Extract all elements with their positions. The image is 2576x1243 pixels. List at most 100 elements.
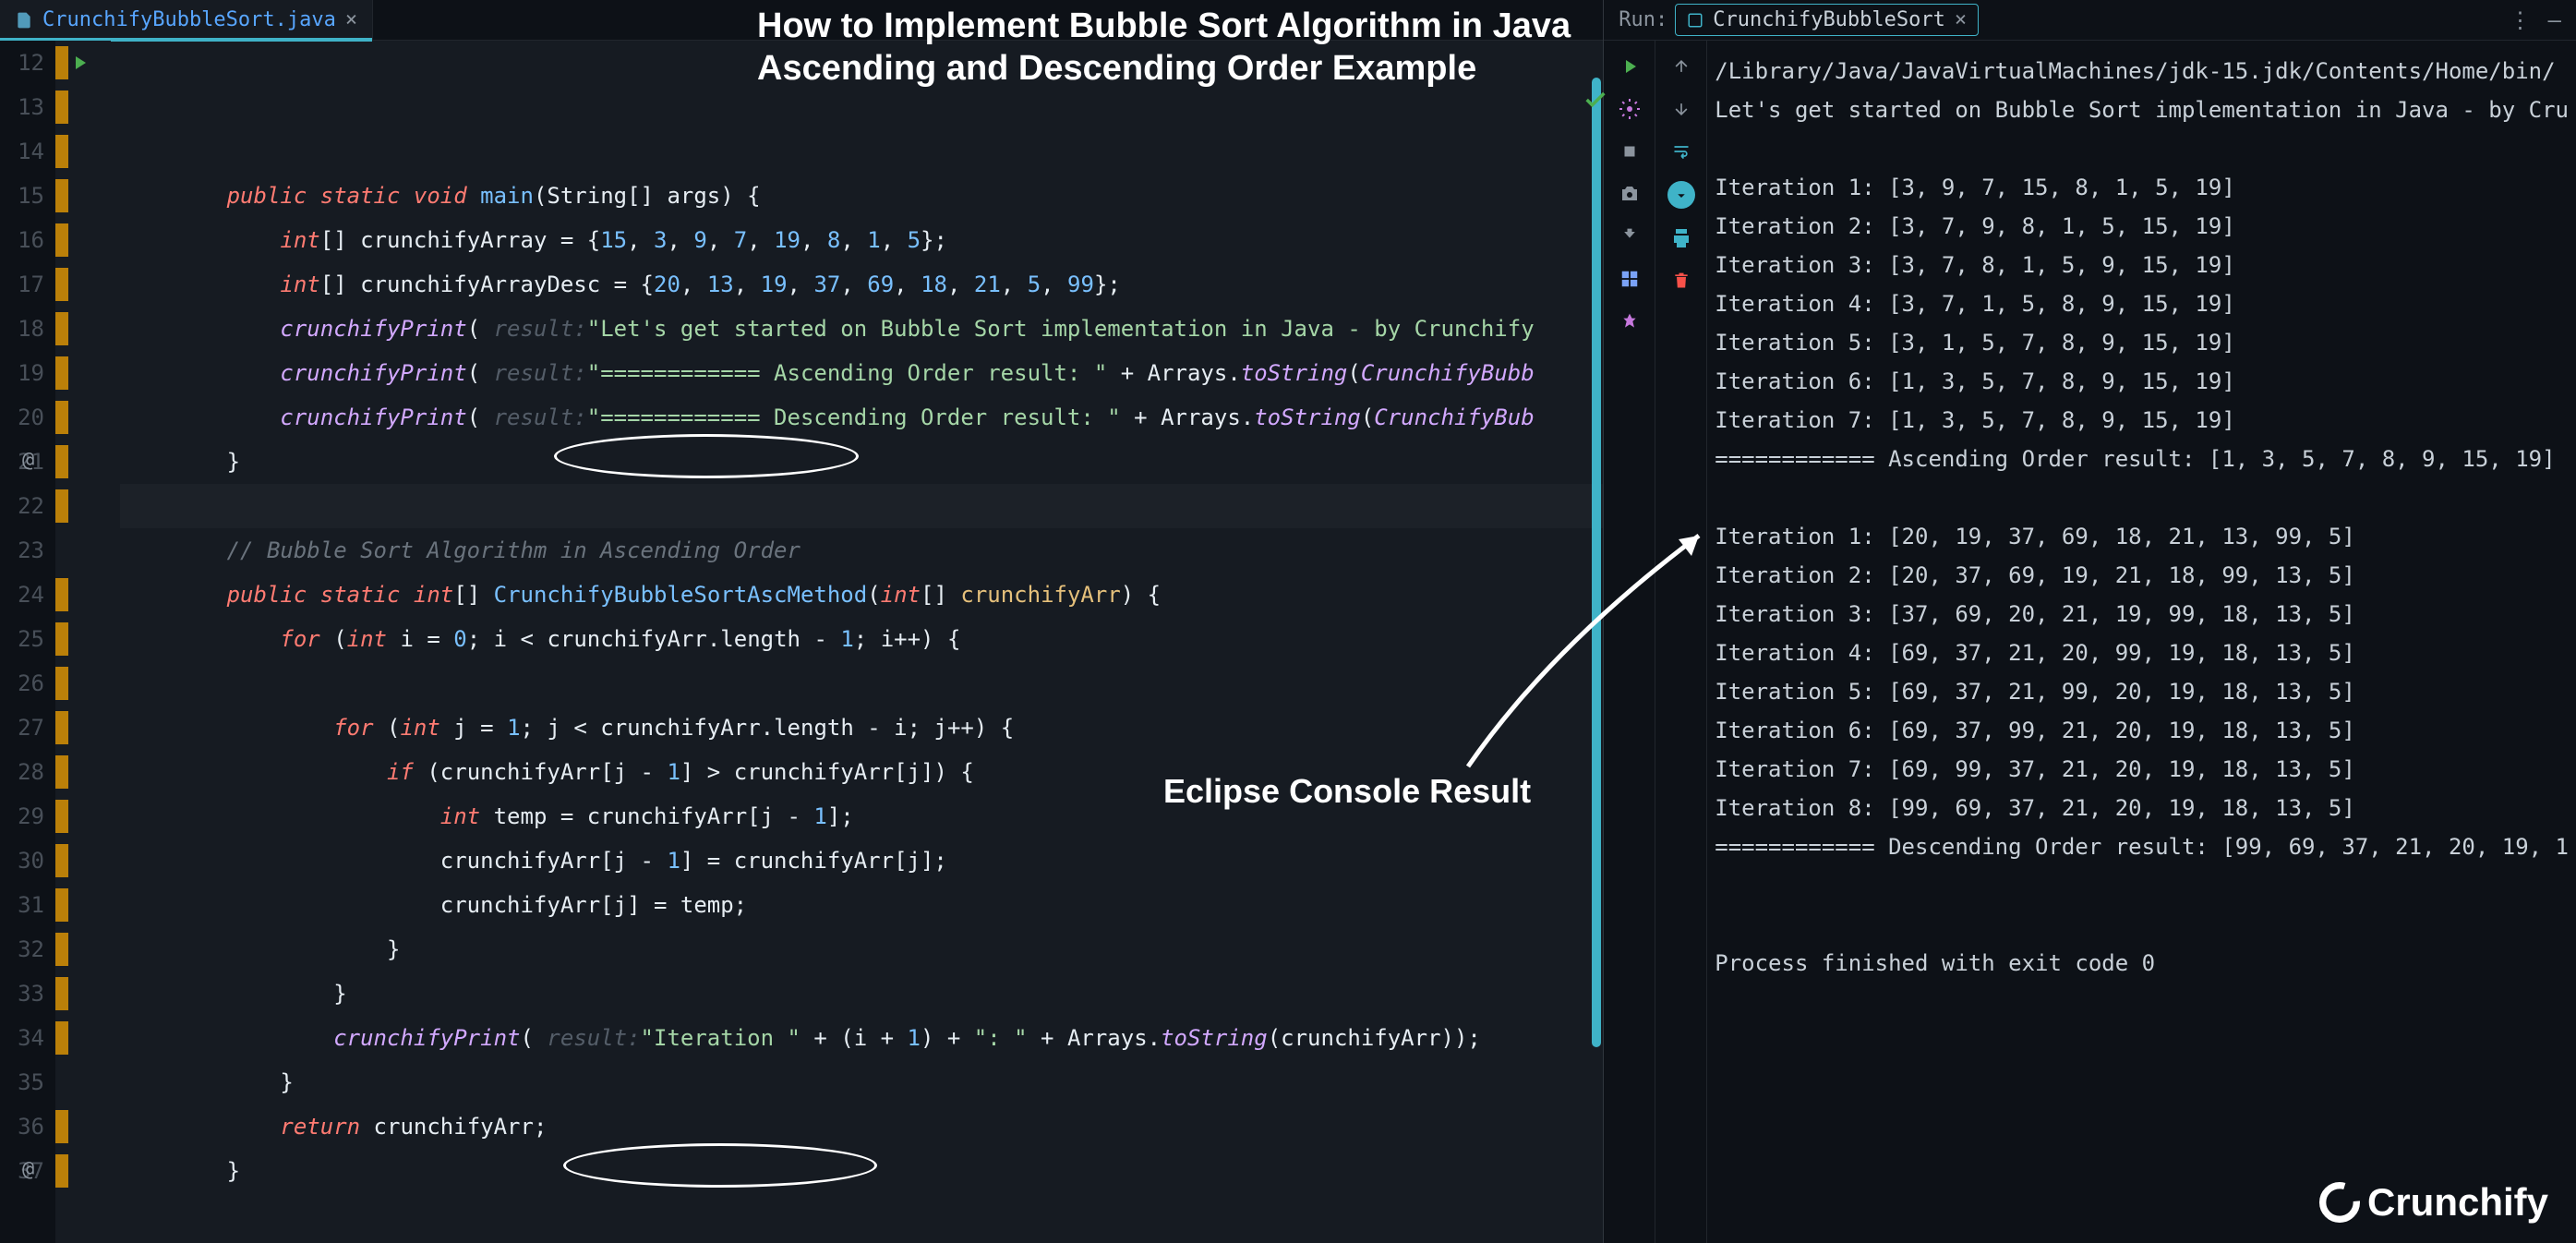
rerun-icon[interactable]: [1617, 54, 1643, 79]
print-icon[interactable]: [1668, 225, 1694, 251]
line-number: 33: [0, 971, 44, 1016]
minimize-icon[interactable]: —: [2548, 7, 2561, 33]
line-number: 24: [0, 573, 44, 617]
line-number: 22: [0, 484, 44, 528]
scroll-indicator[interactable]: [1592, 78, 1601, 1047]
code-line[interactable]: [120, 1193, 1603, 1237]
close-run-tab-icon[interactable]: ×: [1955, 8, 1967, 31]
line-number: 31: [0, 883, 44, 927]
change-marker: [55, 755, 68, 789]
layout-icon[interactable]: [1617, 266, 1643, 292]
more-options-icon[interactable]: ⋮: [2510, 7, 2532, 33]
run-body: /Library/Java/JavaVirtualMachines/jdk-15…: [1604, 41, 2576, 1243]
crunchify-brand: Crunchify: [2319, 1180, 2548, 1225]
change-marker: [55, 711, 68, 744]
gutter-markers: @@: [55, 41, 111, 1243]
code-content[interactable]: public static void main(String[] args) {…: [111, 41, 1603, 1243]
change-marker: [55, 445, 68, 478]
change-marker: [55, 1154, 68, 1188]
run-toolbar-primary: [1604, 41, 1655, 1243]
code-line[interactable]: // Bubble Sort Algorithm in Ascending Or…: [120, 528, 1603, 573]
java-file-icon: [15, 11, 33, 30]
code-line[interactable]: public static int[] CrunchifyBubbleSortA…: [120, 573, 1603, 617]
code-line[interactable]: crunchifyPrint( result:"============ Des…: [120, 395, 1603, 440]
console-line: ============ Ascending Order result: [1,…: [1715, 440, 2569, 478]
run-label: Run:: [1619, 8, 1667, 31]
console-line: Iteration 4: [69, 37, 21, 20, 99, 19, 18…: [1715, 634, 2569, 672]
run-config-icon: [1687, 12, 1703, 29]
code-line[interactable]: public static void main(String[] args) {: [120, 174, 1603, 218]
soft-wrap-icon[interactable]: [1668, 139, 1694, 164]
line-number: 26: [0, 661, 44, 706]
code-line[interactable]: [120, 661, 1603, 706]
override-gutter-icon[interactable]: @: [22, 1158, 34, 1181]
code-line[interactable]: // Bubble Sort Algorithm in Descending O…: [120, 1237, 1603, 1243]
title-line-1: How to Implement Bubble Sort Algorithm i…: [757, 6, 1571, 48]
tab-filename: CrunchifyBubbleSort.java: [42, 8, 336, 31]
console-line: Process finished with exit code 0: [1715, 944, 2569, 983]
line-number: 12: [0, 41, 44, 85]
line-number: 29: [0, 794, 44, 839]
code-line[interactable]: crunchifyPrint( result:"Iteration " + (i…: [120, 1016, 1603, 1060]
run-gutter-icon[interactable]: [68, 52, 90, 74]
console-line: Iteration 2: [3, 7, 9, 8, 1, 5, 15, 19]: [1715, 207, 2569, 246]
console-line: Iteration 7: [1, 3, 5, 7, 8, 9, 15, 19]: [1715, 401, 2569, 440]
line-number: 32: [0, 927, 44, 971]
code-line[interactable]: crunchifyArr[j - 1] = crunchifyArr[j];: [120, 839, 1603, 883]
code-line[interactable]: crunchifyArr[j] = temp;: [120, 883, 1603, 927]
tutorial-title-overlay: How to Implement Bubble Sort Algorithm i…: [757, 6, 1571, 90]
down-arrow-icon[interactable]: [1668, 96, 1694, 122]
run-tab[interactable]: CrunchifyBubbleSort ×: [1675, 4, 1979, 36]
line-number: 19: [0, 351, 44, 395]
settings-icon[interactable]: [1617, 96, 1643, 122]
code-line[interactable]: int[] crunchifyArrayDesc = {20, 13, 19, …: [120, 262, 1603, 307]
console-line: [1715, 478, 2569, 517]
code-line[interactable]: for (int i = 0; i < crunchifyArr.length …: [120, 617, 1603, 661]
change-marker: [55, 268, 68, 301]
code-line[interactable]: }: [120, 927, 1603, 971]
change-marker: [55, 844, 68, 877]
pin-icon[interactable]: [1617, 308, 1643, 334]
console-line: Iteration 1: [3, 9, 7, 15, 8, 1, 5, 19]: [1715, 168, 2569, 207]
change-marker: [55, 312, 68, 345]
change-marker: [55, 356, 68, 390]
crunchify-logo-icon: [2319, 1182, 2360, 1223]
code-line[interactable]: for (int j = 1; j < crunchifyArr.length …: [120, 706, 1603, 750]
code-line[interactable]: int[] crunchifyArray = {15, 3, 9, 7, 19,…: [120, 218, 1603, 262]
change-marker: [55, 622, 68, 656]
run-header: Run: CrunchifyBubbleSort × ⋮ —: [1604, 0, 2576, 41]
change-marker: [55, 135, 68, 168]
line-number: 30: [0, 839, 44, 883]
code-line[interactable]: }: [120, 971, 1603, 1016]
line-number: 23: [0, 528, 44, 573]
code-line[interactable]: return crunchifyArr;: [120, 1104, 1603, 1149]
code-line[interactable]: }: [120, 1060, 1603, 1104]
code-area[interactable]: 1213141516171819202122232425262728293031…: [0, 41, 1603, 1243]
delete-icon[interactable]: [1668, 268, 1694, 294]
up-arrow-icon[interactable]: [1668, 54, 1694, 79]
stop-icon[interactable]: [1617, 139, 1643, 164]
console-output[interactable]: /Library/Java/JavaVirtualMachines/jdk-15…: [1707, 41, 2576, 1243]
scroll-to-end-icon[interactable]: [1667, 181, 1695, 209]
camera-icon[interactable]: [1617, 181, 1643, 207]
change-marker: [55, 91, 68, 124]
code-line[interactable]: [120, 484, 1603, 528]
change-marker: [55, 667, 68, 700]
code-line[interactable]: }: [120, 1149, 1603, 1193]
line-number: 20: [0, 395, 44, 440]
console-line: Iteration 7: [69, 99, 37, 21, 20, 19, 18…: [1715, 750, 2569, 789]
line-number: 13: [0, 85, 44, 129]
brand-text: Crunchify: [2367, 1180, 2548, 1225]
code-line[interactable]: crunchifyPrint( result:"Let's get starte…: [120, 307, 1603, 351]
line-number: 35: [0, 1060, 44, 1104]
change-marker: [55, 223, 68, 257]
dump-icon[interactable]: [1617, 223, 1643, 249]
checkmark-icon[interactable]: [1583, 87, 1608, 113]
close-tab-icon[interactable]: ×: [345, 8, 357, 31]
run-tab-name: CrunchifyBubbleSort: [1713, 8, 1945, 31]
override-gutter-icon[interactable]: @: [22, 449, 34, 472]
change-marker: [55, 46, 68, 79]
code-line[interactable]: crunchifyPrint( result:"============ Asc…: [120, 351, 1603, 395]
editor-tab[interactable]: CrunchifyBubbleSort.java ×: [0, 0, 373, 40]
code-line[interactable]: }: [120, 440, 1603, 484]
